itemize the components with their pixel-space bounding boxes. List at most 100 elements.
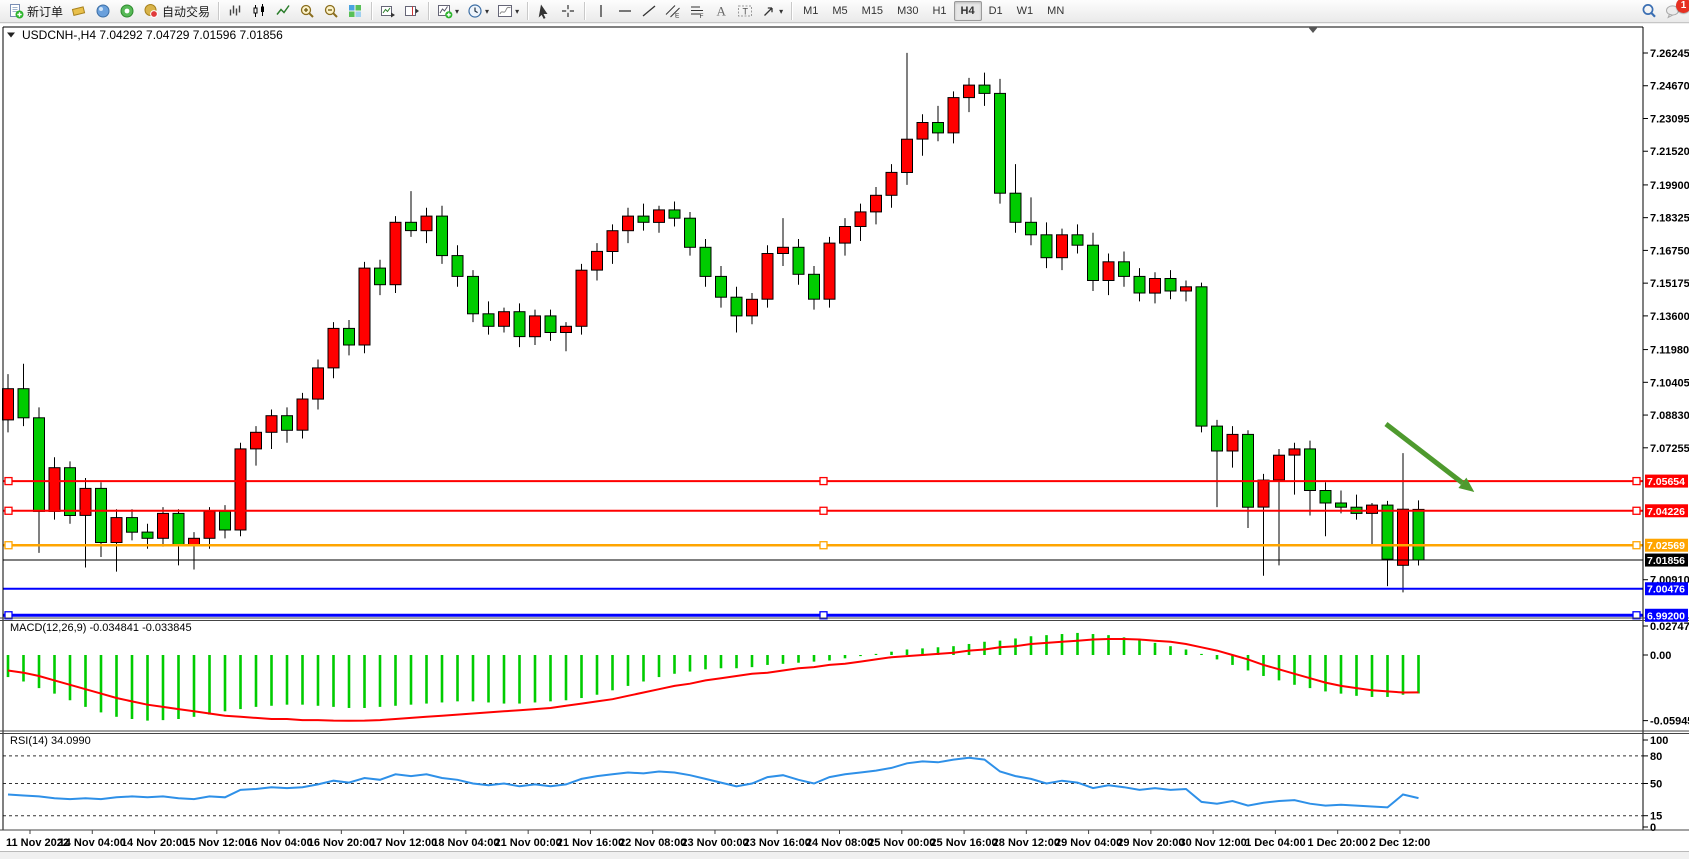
terminal-button[interactable] xyxy=(115,0,139,22)
tile-windows-button[interactable] xyxy=(343,0,367,22)
bar-chart-button[interactable] xyxy=(223,0,247,22)
vline-icon xyxy=(593,3,609,19)
svg-text:7.19900: 7.19900 xyxy=(1650,180,1689,192)
toolbar-separator xyxy=(791,2,792,20)
auto-scroll-button[interactable] xyxy=(376,0,400,22)
notifications-button[interactable]: 1 xyxy=(1661,0,1685,22)
templates-button[interactable]: ▾ xyxy=(493,0,523,22)
svg-text:16 Nov 20:00: 16 Nov 20:00 xyxy=(308,837,375,849)
svg-text:50: 50 xyxy=(1650,779,1662,791)
text-button[interactable]: A xyxy=(709,0,733,22)
svg-text:23 Nov 00:00: 23 Nov 00:00 xyxy=(681,837,748,849)
cursor-button[interactable] xyxy=(532,0,556,22)
new-chart-button[interactable]: ▾ xyxy=(433,0,463,22)
svg-text:2 Dec 12:00: 2 Dec 12:00 xyxy=(1370,837,1431,849)
fibo-icon: F xyxy=(689,3,705,19)
vertical-line-button[interactable] xyxy=(589,0,613,22)
autotrade-icon xyxy=(143,3,159,19)
svg-text:1 Dec 04:00: 1 Dec 04:00 xyxy=(1245,837,1306,849)
toolbar-separator xyxy=(527,2,528,20)
chart-title: USDCNH-,H4 7.04292 7.04729 7.01596 7.018… xyxy=(7,28,283,42)
bars-icon xyxy=(227,3,243,19)
crosshair-icon xyxy=(560,3,576,19)
svg-text:24 Nov 08:00: 24 Nov 08:00 xyxy=(806,837,873,849)
text-label-button[interactable]: T xyxy=(733,0,757,22)
tiles-icon xyxy=(347,3,363,19)
svg-text:30 Nov 12:00: 30 Nov 12:00 xyxy=(1179,837,1246,849)
svg-text:0.00: 0.00 xyxy=(1650,650,1671,662)
svg-text:7.01856: 7.01856 xyxy=(1647,555,1685,567)
toolbar-separator xyxy=(218,2,219,20)
chart-shift-icon xyxy=(404,3,420,19)
search-icon xyxy=(1641,3,1657,19)
status-bar xyxy=(0,851,1689,859)
timeframe-m30-button[interactable]: M30 xyxy=(890,1,925,21)
svg-text:7.15175: 7.15175 xyxy=(1650,278,1689,290)
toolbar: 新订单 自动交易 ▾ ▾ ▾ E F A T ▾ M1M5M15M30H1H4D1W1MN 1 xyxy=(0,0,1689,23)
symbol-menu-icon[interactable] xyxy=(7,31,16,39)
svg-text:7.04226: 7.04226 xyxy=(1647,506,1685,518)
timeframe-m1-button[interactable]: M1 xyxy=(796,1,825,21)
svg-text:15 Nov 12:00: 15 Nov 12:00 xyxy=(183,837,250,849)
zoom-out-button[interactable] xyxy=(319,0,343,22)
trendline-button[interactable] xyxy=(637,0,661,22)
chart-title-text: USDCNH-,H4 7.04292 7.04729 7.01596 7.018… xyxy=(22,28,283,42)
svg-text:E: E xyxy=(675,13,680,20)
svg-text:25 Nov 16:00: 25 Nov 16:00 xyxy=(930,837,997,849)
fibonacci-button[interactable]: F xyxy=(685,0,709,22)
timeframe-mn-button[interactable]: MN xyxy=(1040,1,1071,21)
svg-text:7.02569: 7.02569 xyxy=(1647,540,1685,552)
navigator-button[interactable] xyxy=(91,0,115,22)
svg-text:7.26245: 7.26245 xyxy=(1650,48,1689,60)
horizontal-line-button[interactable] xyxy=(613,0,637,22)
timeframe-m5-button[interactable]: M5 xyxy=(825,1,854,21)
svg-text:22 Nov 08:00: 22 Nov 08:00 xyxy=(619,837,686,849)
chart-shift-button[interactable] xyxy=(400,0,424,22)
svg-text:-0.059451: -0.059451 xyxy=(1650,716,1689,728)
dropdown-caret-icon: ▾ xyxy=(485,7,489,16)
svg-text:T: T xyxy=(743,7,749,17)
timeframe-h1-button[interactable]: H1 xyxy=(925,1,953,21)
text-a-icon: A xyxy=(713,3,729,19)
autotrade-button-label: 自动交易 xyxy=(162,3,210,20)
line-chart-button[interactable] xyxy=(271,0,295,22)
svg-text:7.18325: 7.18325 xyxy=(1650,213,1689,225)
new-order-button[interactable]: 新订单 xyxy=(4,0,67,22)
zoom-in-icon xyxy=(299,3,315,19)
rsi-label: RSI(14) 34.0990 xyxy=(10,735,91,747)
svg-text:28 Nov 12:00: 28 Nov 12:00 xyxy=(993,837,1060,849)
svg-text:29 Nov 20:00: 29 Nov 20:00 xyxy=(1117,837,1184,849)
chart-canvas[interactable]: 7.262457.246707.230957.215207.199007.183… xyxy=(0,0,1689,859)
market-watch-button[interactable] xyxy=(67,0,91,22)
candlestick-chart-button[interactable] xyxy=(247,0,271,22)
crosshair-button[interactable] xyxy=(556,0,580,22)
zoom-out-icon xyxy=(323,3,339,19)
notification-badge: 1 xyxy=(1676,0,1689,13)
auto-scroll-icon xyxy=(380,3,396,19)
toolbar-separator xyxy=(584,2,585,20)
trend-icon xyxy=(641,3,657,19)
svg-text:14 Nov 20:00: 14 Nov 20:00 xyxy=(121,837,188,849)
svg-text:F: F xyxy=(700,13,704,19)
svg-text:7.07255: 7.07255 xyxy=(1650,443,1689,455)
svg-text:7.24670: 7.24670 xyxy=(1650,81,1689,93)
svg-text:7.21520: 7.21520 xyxy=(1650,146,1689,158)
timeframe-m15-button[interactable]: M15 xyxy=(855,1,890,21)
search-button[interactable] xyxy=(1637,0,1661,22)
zoom-in-button[interactable] xyxy=(295,0,319,22)
channel-button[interactable]: E xyxy=(661,0,685,22)
gold-icon xyxy=(71,3,87,19)
timeframe-w1-button[interactable]: W1 xyxy=(1010,1,1041,21)
timeframe-d1-button[interactable]: D1 xyxy=(982,1,1010,21)
signal-icon xyxy=(119,3,135,19)
svg-text:21 Nov 00:00: 21 Nov 00:00 xyxy=(495,837,562,849)
autotrade-button[interactable]: 自动交易 xyxy=(139,0,214,22)
dropdown-caret-icon: ▾ xyxy=(455,7,459,16)
clock-icon xyxy=(467,3,483,19)
chart-window[interactable]: 7.262457.246707.230957.215207.199007.183… xyxy=(0,24,1689,859)
svg-text:7.16750: 7.16750 xyxy=(1650,245,1689,257)
periods-button[interactable]: ▾ xyxy=(463,0,493,22)
arrows-button[interactable]: ▾ xyxy=(757,0,787,22)
svg-text:15: 15 xyxy=(1650,811,1662,823)
timeframe-h4-button[interactable]: H4 xyxy=(954,1,982,21)
